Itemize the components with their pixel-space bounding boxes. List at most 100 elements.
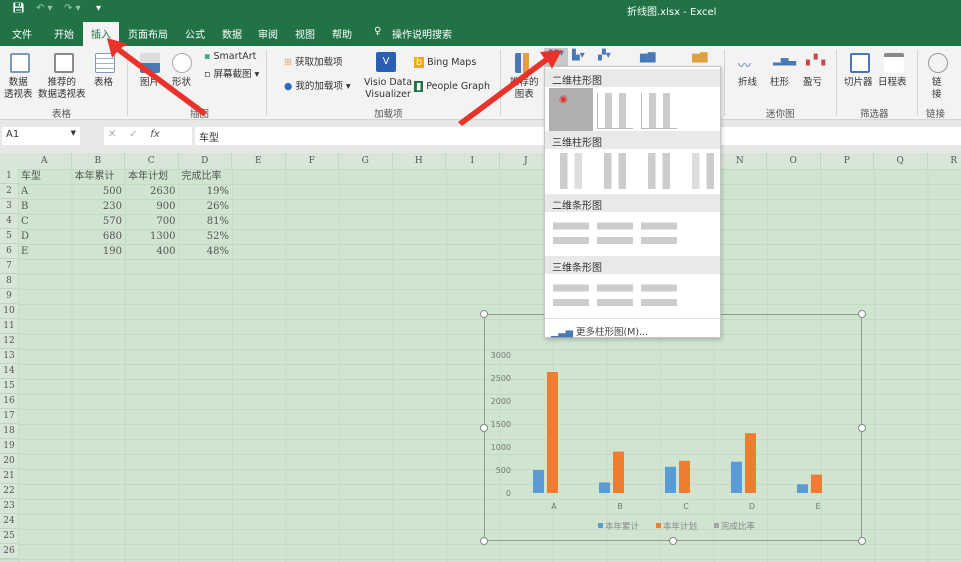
slicer-button[interactable]: 切片器	[844, 77, 873, 89]
stacked-bar-option[interactable]	[597, 217, 633, 253]
row-header[interactable]: 24	[0, 514, 18, 529]
table-cell[interactable]: 48%	[179, 244, 233, 259]
percent-stacked-column-option[interactable]	[641, 93, 677, 129]
row-header[interactable]: 12	[0, 334, 18, 349]
table-cell[interactable]: B	[18, 199, 72, 214]
select-all-button[interactable]	[0, 153, 18, 169]
tab-home[interactable]: 开始	[52, 26, 76, 41]
column-header[interactable]: P	[820, 153, 874, 169]
redo-icon[interactable]: ↷ ▾	[64, 3, 81, 14]
column-header[interactable]: F	[285, 153, 339, 169]
column-header[interactable]: O	[767, 153, 821, 169]
resize-handle[interactable]	[669, 537, 677, 545]
table-cell[interactable]: 900	[125, 199, 179, 214]
row-header[interactable]: 25	[0, 529, 18, 544]
bing-maps-button[interactable]: b Bing Maps	[414, 57, 476, 69]
tab-review[interactable]: 审阅	[256, 26, 280, 41]
shapes-button[interactable]: 形状	[172, 77, 191, 89]
get-addins-button[interactable]: ⊞ 获取加载项	[284, 57, 343, 69]
resize-handle[interactable]	[480, 537, 488, 545]
3d-clustered-bar-option[interactable]	[553, 279, 589, 315]
row-header[interactable]: 7	[0, 259, 18, 274]
3d-stacked-bar-option[interactable]	[597, 279, 633, 315]
column-header[interactable]: Q	[874, 153, 928, 169]
tab-data[interactable]: 数据	[220, 26, 244, 41]
resize-handle[interactable]	[858, 537, 866, 545]
percent-stacked-bar-option[interactable]	[641, 217, 677, 253]
undo-icon[interactable]: ↶ ▾	[36, 3, 53, 14]
header-cell[interactable]: 完成比率	[179, 169, 253, 184]
column-header[interactable]: D	[178, 153, 232, 169]
cancel-icon[interactable]: ✕	[108, 129, 116, 140]
tell-me-search[interactable]: 操作说明搜索	[390, 26, 454, 41]
row-header[interactable]: 15	[0, 379, 18, 394]
visio-button[interactable]: Visio Data Visualizer	[364, 77, 412, 101]
save-icon[interactable]: 💾︎	[12, 3, 25, 14]
3d-map-button[interactable]: ▆▇	[692, 52, 707, 63]
table-cell[interactable]: 700	[125, 214, 179, 229]
row-header[interactable]: 16	[0, 394, 18, 409]
3d-column-option[interactable]	[685, 153, 721, 189]
recommended-charts-button[interactable]: 推荐的 图表	[510, 77, 539, 101]
sparkline-winloss-button[interactable]: 盈亏	[803, 77, 822, 89]
row-header[interactable]: 8	[0, 274, 18, 289]
column-header[interactable]: C	[125, 153, 179, 169]
row-header[interactable]: 5	[0, 229, 18, 244]
table-cell[interactable]: 190	[72, 244, 126, 259]
table-cell[interactable]: 500	[72, 184, 126, 199]
table-cell[interactable]: 1300	[125, 229, 179, 244]
table-cell[interactable]: A	[18, 184, 72, 199]
row-header[interactable]: 18	[0, 424, 18, 439]
row-header[interactable]: 23	[0, 499, 18, 514]
waterfall-chart-button[interactable]: ▞▾	[598, 50, 611, 61]
table-cell[interactable]: 81%	[179, 214, 233, 229]
resize-handle[interactable]	[480, 310, 488, 318]
clustered-column-option[interactable]: ◉	[549, 88, 593, 132]
3d-clustered-column-option[interactable]	[553, 153, 589, 189]
sparkline-column-button[interactable]: 柱形	[770, 77, 789, 89]
table-cell[interactable]: 400	[125, 244, 179, 259]
table-cell[interactable]: 680	[72, 229, 126, 244]
enter-icon[interactable]: ✓	[129, 129, 137, 140]
screenshot-button[interactable]: ▫ 屏幕截图 ▾	[204, 69, 259, 81]
3d-stacked-column-option[interactable]	[597, 153, 633, 189]
table-cell[interactable]: 19%	[179, 184, 233, 199]
3d-percent-stacked-column-option[interactable]	[641, 153, 677, 189]
tab-page-layout[interactable]: 页面布局	[126, 26, 170, 41]
tab-file[interactable]: 文件	[10, 26, 34, 41]
row-header[interactable]: 6	[0, 244, 18, 259]
tab-help[interactable]: 帮助	[330, 26, 354, 41]
hierarchy-chart-button[interactable]: ▙▾	[572, 50, 585, 61]
table-cell[interactable]: C	[18, 214, 72, 229]
my-addins-button[interactable]: ● 我的加载项 ▾	[284, 81, 351, 93]
row-header[interactable]: 21	[0, 469, 18, 484]
column-header[interactable]: G	[339, 153, 393, 169]
pivot-table-button[interactable]: 数据 透视表	[4, 77, 33, 101]
people-graph-button[interactable]: ▮ People Graph	[414, 81, 490, 93]
row-header[interactable]: 3	[0, 199, 18, 214]
stacked-column-option[interactable]	[597, 93, 633, 129]
resize-handle[interactable]	[858, 424, 866, 432]
table-cell[interactable]: E	[18, 244, 72, 259]
pictures-button[interactable]: 图片	[140, 77, 159, 89]
column-header[interactable]: R	[927, 153, 961, 169]
row-header[interactable]: 22	[0, 484, 18, 499]
column-header[interactable]: N	[713, 153, 767, 169]
row-header[interactable]: 20	[0, 454, 18, 469]
resize-handle[interactable]	[480, 424, 488, 432]
column-header[interactable]: E	[232, 153, 286, 169]
column-header[interactable]: A	[18, 153, 72, 169]
row-header[interactable]: 11	[0, 319, 18, 334]
table-cell[interactable]: 230	[72, 199, 126, 214]
row-header[interactable]: 17	[0, 409, 18, 424]
name-box[interactable]: A1 ▼	[2, 127, 80, 145]
table-cell[interactable]: D	[18, 229, 72, 244]
row-header[interactable]: 1	[0, 169, 18, 184]
link-button[interactable]: 链 接	[932, 77, 942, 101]
row-header[interactable]: 19	[0, 439, 18, 454]
row-header[interactable]: 13	[0, 349, 18, 364]
table-cell[interactable]: 2630	[125, 184, 179, 199]
column-chart-button[interactable]: ▮▮▾	[544, 48, 568, 66]
customize-qat-icon[interactable]: ▾	[96, 3, 101, 14]
table-cell[interactable]: 570	[72, 214, 126, 229]
